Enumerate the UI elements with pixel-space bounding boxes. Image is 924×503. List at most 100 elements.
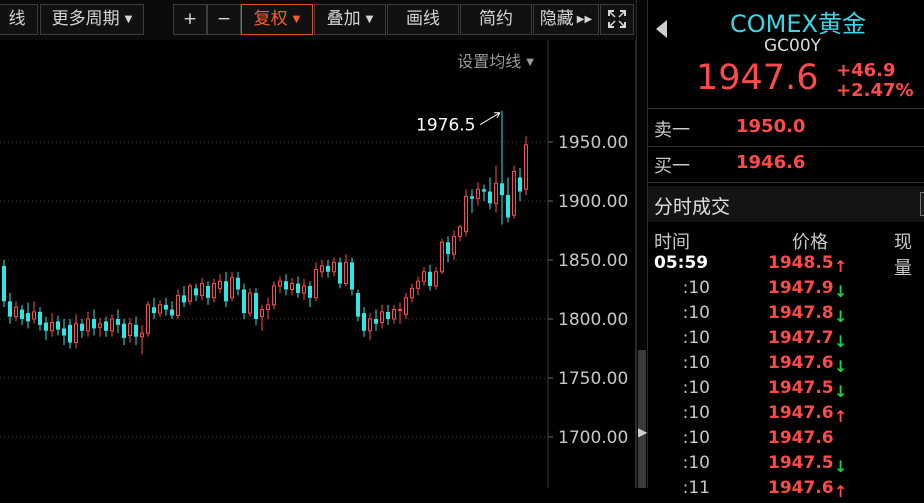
y-tick-label: 1950.00 — [558, 133, 628, 153]
candle-body-down — [242, 289, 246, 314]
candle-body-down — [20, 309, 24, 319]
fullscreen-button[interactable] — [600, 4, 634, 35]
candle-body-up — [434, 271, 438, 287]
overlay-button[interactable]: 叠加 ▼ — [314, 4, 386, 35]
panel-splitter[interactable]: ▶ — [636, 0, 648, 488]
tick-time: :10 — [682, 303, 710, 323]
candle-body-up — [32, 311, 36, 320]
arrow-up-icon: ↑ — [834, 257, 848, 276]
ticks-toggle[interactable] — [920, 192, 924, 216]
kline-chart[interactable]: 1950.00 1900.00 1850.00 1800.00 1750.00 1700.… — [0, 40, 636, 488]
candle-body-up — [314, 268, 318, 299]
ask-label: 卖一 — [654, 120, 690, 141]
candle-body-up — [266, 304, 270, 311]
simple-mode-button[interactable]: 简约 — [460, 4, 532, 35]
candle-body-up — [158, 304, 162, 314]
col-header-time: 时间 — [654, 232, 690, 253]
more-periods-button[interactable]: 更多周期 ▼ — [40, 4, 144, 35]
candle-body-up — [86, 318, 90, 332]
candle-body-up — [14, 306, 18, 318]
price-change-percent: +2.47% — [836, 80, 914, 101]
y-tick-label: 1850.00 — [558, 251, 628, 271]
candle-body-up — [332, 261, 336, 273]
y-tick-label: 1800.00 — [558, 310, 628, 330]
tick-price: 1947.8 — [768, 303, 834, 323]
fullscreen-icon — [608, 10, 626, 28]
splitter-handle[interactable] — [638, 350, 646, 488]
candle-body-down — [122, 323, 126, 338]
tick-price: 1947.6 — [768, 428, 834, 448]
candle-body-down — [428, 271, 432, 286]
candle-body-down — [2, 265, 6, 302]
candle-body-down — [38, 311, 42, 325]
candle-body-up — [278, 280, 282, 287]
tick-row: :10 1947.5 ↓ — [648, 378, 924, 403]
candle-body-up — [380, 311, 384, 324]
zoom-in-button[interactable]: + — [173, 4, 207, 35]
candle-body-up — [410, 287, 414, 299]
tick-price: 1947.9 — [768, 278, 834, 298]
tick-row: :10 1947.6 — [648, 428, 924, 453]
candle-body-down — [92, 319, 96, 329]
adjust-button[interactable]: 复权 ▼ — [241, 4, 313, 35]
candle-body-up — [176, 294, 180, 316]
candle-body-up — [230, 277, 234, 299]
candle-body-down — [374, 319, 378, 324]
candle-body-down — [284, 281, 288, 290]
hide-label: 隐藏 — [539, 9, 574, 29]
candle-body-down — [44, 322, 48, 331]
candle-body-up — [302, 285, 306, 294]
candle-body-up — [440, 241, 444, 273]
high-marker-line — [479, 112, 501, 126]
candle-body-up — [494, 182, 498, 204]
candle-body-down — [362, 313, 366, 331]
tick-row: :10 1947.6 ↑ — [648, 403, 924, 428]
tick-price: 1947.6 — [768, 478, 834, 498]
tick-row: :10 1947.6 ↓ — [648, 353, 924, 378]
draw-line-label: 画线 — [406, 9, 440, 29]
chevron-down-icon: ▼ — [292, 14, 301, 25]
period-partial-button[interactable]: 线 — [0, 4, 38, 35]
arrow-up-icon: ↑ — [834, 482, 848, 501]
ma-setting-button[interactable]: 设置均线 ▼ — [457, 48, 534, 72]
arrow-down-icon: ↓ — [834, 357, 848, 376]
candle-body-down — [500, 183, 504, 196]
candle-body-up — [398, 309, 402, 312]
tick-time: :10 — [682, 278, 710, 298]
tick-time: :10 — [682, 428, 710, 448]
double-chevron-right-icon: ▶▶ — [576, 14, 593, 25]
tick-row: 05:59 1948.5 ↑ — [648, 253, 924, 278]
zoom-out-button[interactable]: − — [207, 4, 241, 35]
y-tick-label: 1900.00 — [558, 192, 628, 212]
tick-price: 1948.5 — [768, 253, 834, 273]
divider — [648, 108, 924, 109]
expand-right-icon[interactable]: ▶ — [638, 425, 647, 439]
candle-body-down — [68, 324, 72, 343]
high-price-label: 1976.5 — [416, 116, 475, 136]
candle-body-up — [140, 332, 144, 338]
candle-body-up — [368, 318, 372, 332]
candle-body-up — [98, 323, 102, 328]
candle-body-up — [452, 235, 456, 255]
candle-body-down — [518, 177, 522, 192]
candle-body-down — [62, 328, 66, 336]
hide-button[interactable]: 隐藏 ▶▶ — [533, 4, 599, 35]
ticks-header[interactable]: 分时成交 — [648, 186, 924, 222]
candle-body-up — [422, 271, 426, 282]
tick-time: :10 — [682, 353, 710, 373]
tick-price: 1947.6 — [768, 353, 834, 373]
candle-body-down — [254, 293, 258, 319]
candle-body-down — [356, 293, 360, 317]
collapse-left-icon[interactable] — [656, 20, 667, 38]
candle-body-down — [194, 288, 198, 296]
candle-body-up — [524, 144, 528, 190]
chart-toolbar: 线 更多周期 ▼ + − 复权 ▼ 叠加 ▼ 画线 简约 隐藏 ▶▶ — [0, 0, 640, 40]
tick-row: :10 1947.7 ↓ — [648, 328, 924, 353]
arrow-up-icon: ↑ — [834, 407, 848, 426]
candle-body-down — [170, 309, 174, 316]
draw-line-button[interactable]: 画线 — [387, 4, 459, 35]
chevron-down-icon: ▼ — [526, 57, 534, 68]
bid-price: 1946.6 — [736, 152, 806, 173]
y-tick-label: 1750.00 — [558, 369, 628, 389]
candle-body-down — [308, 285, 312, 298]
